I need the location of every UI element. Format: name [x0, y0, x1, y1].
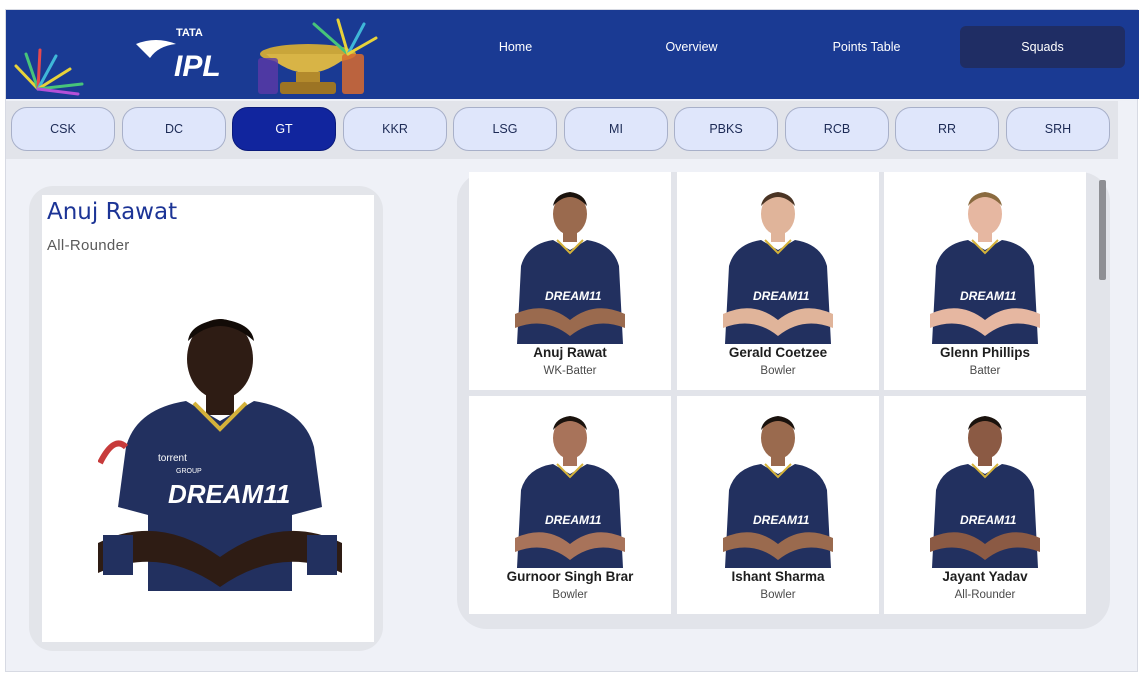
player-card[interactable]: DREAM11 Gurnoor Singh Brar Bowler — [469, 396, 671, 614]
jersey-text: DREAM11 — [753, 513, 810, 527]
player-card[interactable]: DREAM11 Glenn Phillips Batter — [884, 172, 1086, 390]
team-tab-dc[interactable]: DC — [122, 107, 226, 151]
team-tab-mi[interactable]: MI — [564, 107, 668, 151]
jersey-text: DREAM11 — [753, 289, 810, 303]
detail-jersey-text: DREAM11 — [168, 479, 290, 509]
player-role: Bowler — [760, 589, 796, 601]
team-tab-rcb[interactable]: RCB — [785, 107, 889, 151]
team-tab-kkr[interactable]: KKR — [343, 107, 447, 151]
nav-home[interactable]: Home — [433, 26, 598, 68]
player-name: Ishant Sharma — [731, 569, 825, 584]
player-role: Bowler — [760, 365, 796, 377]
player-detail-role: All-Rounder — [47, 237, 130, 254]
jersey-text: DREAM11 — [545, 289, 602, 303]
team-tab-csk[interactable]: CSK — [11, 107, 115, 151]
team-tab-rr[interactable]: RR — [895, 107, 999, 151]
player-detail-card: Anuj Rawat All-Rounder DREAM11 torrent G… — [29, 186, 383, 651]
jersey-text: DREAM11 — [960, 513, 1017, 527]
detail-sponsor-sub: GROUP — [176, 468, 202, 475]
logo-ipl-text: IPL — [174, 50, 221, 83]
nav-squads[interactable]: Squads — [960, 26, 1125, 68]
player-detail-name: Anuj Rawat — [47, 199, 178, 225]
ipl-logo[interactable]: TATA IPL — [8, 14, 378, 96]
jersey-text: DREAM11 — [545, 513, 602, 527]
header-bar: TATA IPL Home Overview Points Table Squa… — [6, 10, 1139, 99]
player-name: Anuj Rawat — [533, 345, 607, 360]
player-name: Gerald Coetzee — [728, 345, 828, 360]
nav-overview[interactable]: Overview — [609, 26, 774, 68]
squad-grid-scrollbar[interactable] — [1099, 180, 1106, 280]
player-card[interactable]: DREAM11 Gerald Coetzee Bowler — [677, 172, 879, 390]
player-card[interactable]: DREAM11 Jayant Yadav All-Rounder — [884, 396, 1086, 614]
team-tab-pbks[interactable]: PBKS — [674, 107, 778, 151]
nav-points-table[interactable]: Points Table — [784, 26, 949, 68]
team-selector-bar: CSK DC GT KKR LSG MI PBKS RCB RR SRH — [6, 101, 1118, 159]
player-card[interactable]: DREAM11 Anuj Rawat WK-Batter — [469, 172, 671, 390]
team-tab-gt[interactable]: GT — [232, 107, 336, 151]
team-tab-lsg[interactable]: LSG — [453, 107, 557, 151]
player-role: Batter — [969, 365, 1001, 377]
logo-tata-text: TATA — [176, 27, 203, 39]
player-name: Glenn Phillips — [939, 345, 1030, 360]
player-photo: DREAM11 — [515, 192, 625, 344]
player-name: Gurnoor Singh Brar — [506, 569, 634, 584]
player-name: Jayant Yadav — [942, 569, 1028, 584]
player-photo: DREAM11 — [723, 416, 833, 568]
player-photo: DREAM11 — [930, 416, 1040, 568]
player-role: Bowler — [552, 589, 588, 601]
player-detail-photo: DREAM11 torrent GROUP — [98, 319, 342, 591]
detail-sponsor-text: torrent — [158, 453, 187, 464]
player-detail-panel: Anuj Rawat All-Rounder DREAM11 torrent G… — [42, 195, 374, 642]
player-photo: DREAM11 — [723, 192, 833, 344]
app-window: TATA IPL Home Overview Points Table Squa… — [5, 9, 1139, 672]
player-card[interactable]: DREAM11 Ishant Sharma Bowler — [677, 396, 879, 614]
player-photo: DREAM11 — [930, 192, 1040, 344]
player-role: All-Rounder — [954, 589, 1016, 601]
team-tab-srh[interactable]: SRH — [1006, 107, 1110, 151]
jersey-text: DREAM11 — [960, 289, 1017, 303]
player-photo: DREAM11 — [515, 416, 625, 568]
player-role: WK-Batter — [543, 365, 597, 377]
